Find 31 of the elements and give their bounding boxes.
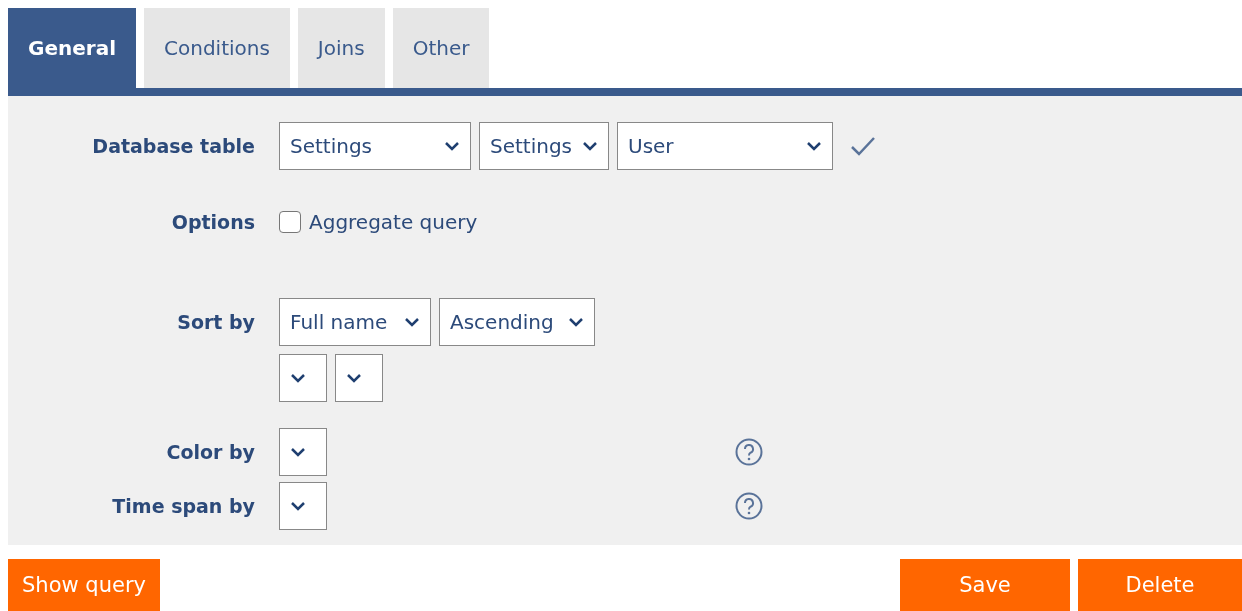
chevron-down-icon (290, 447, 306, 457)
tab[interactable]: Joins (297, 8, 385, 88)
dropdown-select[interactable] (335, 354, 383, 402)
checkbox-label[interactable]: Aggregate query (309, 210, 478, 234)
help-icon[interactable] (735, 438, 763, 466)
chevron-down-icon (806, 141, 822, 151)
dropdown-select[interactable]: Settings (479, 122, 609, 170)
tab[interactable]: General (8, 8, 136, 88)
field-label: Options (170, 210, 255, 235)
help-icon[interactable] (735, 492, 763, 520)
chevron-down-icon (582, 141, 598, 151)
chevron-down-icon (290, 373, 306, 383)
tab[interactable]: Other (392, 8, 490, 88)
dropdown-select[interactable] (279, 354, 327, 402)
dropdown-select[interactable]: Full name (279, 298, 431, 346)
chevron-down-icon (444, 141, 460, 151)
dropdown-select[interactable] (279, 482, 327, 530)
dropdown-select[interactable]: User (617, 122, 833, 170)
tab[interactable]: Conditions (144, 8, 290, 88)
field-label: Time span by (111, 494, 255, 519)
chevron-down-icon (290, 501, 306, 511)
chevron-down-icon (568, 317, 584, 327)
checkbox[interactable] (279, 211, 301, 233)
chevron-down-icon (346, 373, 362, 383)
field-label: Database table (91, 134, 255, 159)
dropdown-select[interactable]: Ascending (439, 298, 595, 346)
chevron-down-icon (404, 317, 420, 327)
dropdown-select[interactable]: Settings (279, 122, 471, 170)
dropdown-select[interactable] (279, 428, 327, 476)
field-label: Color by (165, 440, 255, 465)
field-label: Sort by (176, 310, 255, 335)
